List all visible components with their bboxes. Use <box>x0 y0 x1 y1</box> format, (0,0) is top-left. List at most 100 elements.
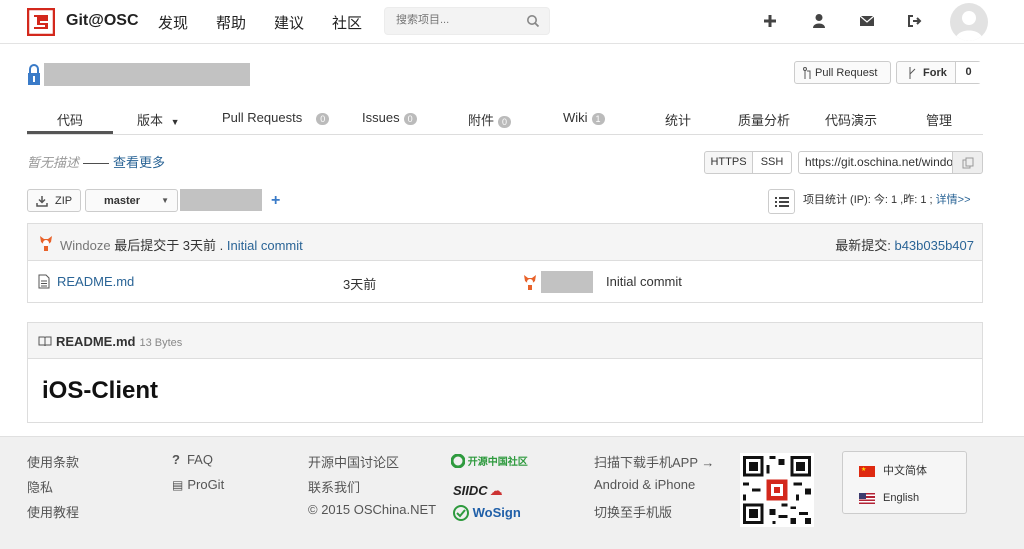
caret-down-icon: ▼ <box>170 117 180 127</box>
avatar[interactable] <box>950 3 988 41</box>
tab-demo[interactable]: 代码演示 <box>825 110 877 129</box>
copy-icon <box>962 157 974 169</box>
fork-label: Fork <box>923 67 947 79</box>
issues-count: 0 <box>403 112 417 125</box>
tab-attachments[interactable]: 附件 0 <box>468 110 512 129</box>
readme-panel: README.md 13 Bytes iOS-Client <box>27 322 983 423</box>
siidc-sponsor-logo[interactable]: SIIDC ☁ <box>453 483 503 499</box>
attachments-count: 0 <box>498 115 512 128</box>
download-icon <box>36 196 48 207</box>
nav-help[interactable]: 帮助 <box>216 12 246 33</box>
mail-icon[interactable] <box>859 13 875 29</box>
logout-icon[interactable] <box>907 13 923 29</box>
table-row: README.md 3天前 Initial commit <box>28 262 982 302</box>
china-flag-icon: ★ <box>859 465 875 477</box>
footer-links-1: 使用条款 隐私 使用教程 <box>27 452 79 527</box>
tab-quality[interactable]: 质量分析 <box>738 110 790 129</box>
zip-label: ZIP <box>55 195 73 207</box>
wosign-logo-icon <box>453 504 469 521</box>
wosign-sponsor-logo[interactable]: WoSign <box>453 504 521 521</box>
top-navbar: Git@OSC 发现 帮助 建议 社区 <box>0 0 1024 44</box>
pull-requests-count: 0 <box>316 112 330 125</box>
platforms-text: Android & iPhone <box>594 477 696 492</box>
user-avatar-icon <box>40 236 52 251</box>
us-flag-icon <box>859 492 875 504</box>
commit-hash-link[interactable]: b43b035b407 <box>894 238 974 253</box>
project-description: 暂无描述 —— 查看更多 <box>27 152 165 171</box>
mobile-version-link[interactable]: 切换至手机版 <box>594 502 714 527</box>
latest-commit-label: 最新提交: <box>835 238 895 253</box>
clone-url-field[interactable]: https://git.oschina.net/windoze/iOS-Clie… <box>798 151 953 174</box>
gitosc-logo[interactable] <box>27 8 55 36</box>
privacy-link[interactable]: 隐私 <box>27 477 79 502</box>
readme-size: 13 Bytes <box>139 337 183 349</box>
stats-text: 项目统计 (IP): 今: 1 ,昨: 1 ; <box>803 194 933 206</box>
wiki-count: 1 <box>591 112 605 125</box>
tab-code[interactable]: 代码 <box>27 102 113 134</box>
add-file-icon[interactable]: + <box>271 192 280 210</box>
tab-stats[interactable]: 统计 <box>665 110 691 129</box>
terms-link[interactable]: 使用条款 <box>27 452 79 477</box>
file-name-link[interactable]: README.md <box>57 274 134 289</box>
file-icon <box>38 274 50 289</box>
tab-issues[interactable]: Issues 0 <box>362 110 417 125</box>
lang-chinese[interactable]: ★ 中文简体 <box>859 462 927 478</box>
readme-heading: iOS-Client <box>42 377 159 404</box>
oschina-sponsor-logo[interactable]: 开源中国社区 <box>450 453 528 468</box>
brand-name[interactable]: Git@OSC <box>66 12 139 30</box>
description-dash: —— <box>83 155 110 170</box>
forum-link[interactable]: 开源中国讨论区 <box>308 452 436 477</box>
nav-suggest[interactable]: 建议 <box>274 12 304 33</box>
description-text: 暂无描述 <box>27 155 80 170</box>
project-tabs: 代码 版本 ▼ Pull Requests 0 Issues 0 附件 0 Wiki 1… <box>27 102 983 135</box>
question-icon: ? <box>172 452 180 467</box>
qr-code <box>740 453 814 527</box>
plus-icon[interactable] <box>763 13 777 29</box>
commit-message-link[interactable]: Initial commit <box>227 238 303 253</box>
footer-app-links: 扫描下载手机APP → Android & iPhone 切换至手机版 <box>594 452 714 527</box>
tab-versions[interactable]: 版本 ▼ <box>137 110 180 129</box>
commit-author[interactable]: Windoze <box>60 238 111 253</box>
fork-count: 0 <box>955 62 981 83</box>
book-icon <box>38 336 52 347</box>
branch-name: master <box>104 195 141 207</box>
fork-button[interactable]: Fork 0 <box>896 61 981 84</box>
tab-wiki[interactable]: Wiki 1 <box>563 110 605 125</box>
main-nav: 发现 帮助 建议 社区 <box>158 12 390 33</box>
search-icon[interactable] <box>526 14 540 28</box>
readme-title: README.md <box>56 334 136 349</box>
tutorial-link[interactable]: 使用教程 <box>27 502 79 527</box>
oschina-logo-icon <box>450 453 466 468</box>
user-icon[interactable] <box>812 13 826 29</box>
file-time: 3天前 <box>343 277 377 292</box>
faq-link[interactable]: ? FAQ <box>172 452 224 477</box>
nav-discover[interactable]: 发现 <box>158 12 188 33</box>
lock-icon <box>28 64 40 85</box>
copyright: © 2015 OSChina.NET <box>308 502 437 517</box>
nav-community[interactable]: 社区 <box>332 12 362 33</box>
branch-select[interactable]: master ▼ <box>85 189 178 212</box>
pull-request-icon <box>803 67 811 79</box>
commit-panel: Windoze 最后提交于 3天前 . Initial commit 最新提交:… <box>27 223 983 303</box>
tab-admin[interactable]: 管理 <box>926 110 952 129</box>
ssh-button[interactable]: SSH <box>752 151 792 174</box>
copy-button[interactable] <box>952 151 983 174</box>
cloud-icon: ☁ <box>489 483 503 498</box>
user-avatar-icon <box>524 275 536 290</box>
https-button[interactable]: HTTPS <box>704 151 753 174</box>
view-more-link[interactable]: 查看更多 <box>113 155 165 170</box>
list-view-button[interactable] <box>768 189 795 214</box>
footer-links-3: 开源中国讨论区 联系我们 © 2015 OSChina.NET <box>308 452 436 527</box>
file-commit-message: Initial commit <box>606 274 682 289</box>
search-box <box>384 7 550 35</box>
tab-pull-requests[interactable]: Pull Requests 0 <box>222 110 330 125</box>
download-zip-button[interactable]: ZIP <box>27 189 81 212</box>
caret-down-icon: ▼ <box>161 196 169 205</box>
lang-english[interactable]: English <box>859 492 919 504</box>
pull-request-button[interactable]: Pull Request <box>794 61 891 84</box>
stats-details-link[interactable]: 详情>> <box>936 194 971 206</box>
contact-link[interactable]: 联系我们 <box>308 477 436 502</box>
progit-link[interactable]: ▤ ProGit <box>172 477 224 502</box>
default-avatar-icon <box>955 11 983 41</box>
search-input[interactable] <box>396 14 516 26</box>
